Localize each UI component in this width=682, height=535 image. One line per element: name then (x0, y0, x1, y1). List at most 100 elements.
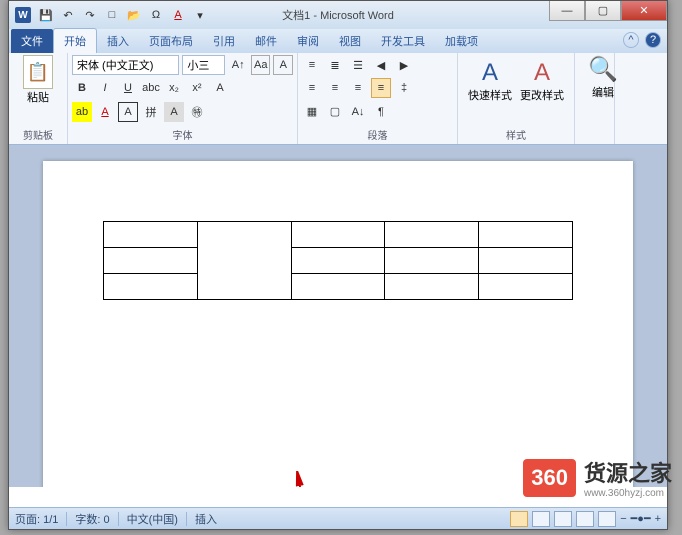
titlebar: W 💾 ↶ ↷ □ 📂 Ω A ▾ 文档1 - Microsoft Word —… (9, 1, 667, 29)
group-font: 宋体 (中文正文) 小三 A↑ Aa A B I U abc x₂ x² A a… (68, 53, 298, 144)
undo-icon[interactable]: ↶ (59, 6, 77, 24)
zoom-in-button[interactable]: + (655, 513, 661, 525)
fullscreen-view-button[interactable] (532, 511, 550, 527)
grow-font-button[interactable]: A↑ (228, 55, 247, 75)
draft-view-button[interactable] (598, 511, 616, 527)
italic-button[interactable]: I (95, 78, 115, 98)
font-name-combo[interactable]: 宋体 (中文正文) (72, 55, 179, 75)
redo-icon[interactable]: ↷ (81, 6, 99, 24)
group-clipboard: 📋 粘贴 剪贴板 (9, 53, 68, 144)
group-editing: 🔍 编辑 (575, 53, 615, 144)
print-layout-view-button[interactable] (510, 511, 528, 527)
group-paragraph: ≡ ≣ ☰ ◀ ▶ ≡ ≡ ≡ ≡ ‡ ▦ ▢ A↓ ¶ 段落 (298, 53, 458, 144)
multilevel-button[interactable]: ☰ (348, 55, 368, 75)
document-table[interactable] (103, 221, 573, 300)
show-marks-button[interactable]: ¶ (371, 102, 391, 122)
word-count[interactable]: 字数: 0 (75, 511, 109, 527)
save-icon[interactable]: 💾 (37, 6, 55, 24)
maximize-button[interactable]: ▢ (585, 1, 621, 21)
close-button[interactable]: ✕ (621, 1, 667, 21)
annotation-arrow-icon (293, 471, 333, 487)
zoom-slider[interactable]: ━●━ (631, 512, 651, 525)
help-icon[interactable]: ? (645, 32, 661, 48)
web-layout-view-button[interactable] (554, 511, 572, 527)
change-styles-icon: A (534, 59, 550, 87)
open-icon[interactable]: 📂 (125, 6, 143, 24)
language-indicator[interactable]: 中文(中国) (127, 511, 178, 527)
justify-button[interactable]: ≡ (371, 78, 391, 98)
quick-access-toolbar: 💾 ↶ ↷ □ 📂 Ω A ▾ (37, 6, 209, 24)
tab-mailings[interactable]: 邮件 (245, 29, 287, 53)
quick-styles-button[interactable]: A 快速样式 (466, 59, 514, 103)
page-indicator[interactable]: 页面: 1/1 (15, 511, 58, 527)
paste-button[interactable]: 📋 粘贴 (13, 55, 63, 105)
font-color-icon[interactable]: A (169, 6, 187, 24)
align-right-button[interactable]: ≡ (348, 78, 368, 98)
status-bar: 页面: 1/1 字数: 0 中文(中国) 插入 − ━●━ + (9, 507, 667, 529)
highlight-button[interactable]: ab (72, 102, 92, 122)
minimize-button[interactable]: — (549, 1, 585, 21)
char-border-button[interactable]: A (118, 102, 138, 122)
tab-home[interactable]: 开始 (53, 28, 97, 53)
paragraph-group-label: 段落 (302, 125, 453, 144)
ribbon: 📋 粘贴 剪贴板 宋体 (中文正文) 小三 A↑ Aa A B I U abc … (9, 53, 667, 145)
font-group-label: 字体 (72, 125, 293, 144)
line-spacing-button[interactable]: ‡ (394, 78, 414, 98)
editing-group-label (579, 140, 610, 144)
font-color-button[interactable]: A (95, 102, 115, 122)
clipboard-group-label: 剪贴板 (13, 125, 63, 144)
tab-layout[interactable]: 页面布局 (139, 29, 203, 53)
outline-view-button[interactable] (576, 511, 594, 527)
symbol-icon[interactable]: Ω (147, 6, 165, 24)
text-effects-button[interactable]: A (210, 78, 230, 98)
page[interactable] (43, 161, 633, 487)
find-button[interactable]: 🔍 编辑 (579, 55, 627, 100)
edit-label: 编辑 (592, 84, 614, 100)
strike-button[interactable]: abc (141, 78, 161, 98)
sort-button[interactable]: A↓ (348, 102, 368, 122)
find-icon: 🔍 (588, 55, 618, 84)
tab-insert[interactable]: 插入 (97, 29, 139, 53)
shading-button[interactable]: ▦ (302, 102, 322, 122)
tab-references[interactable]: 引用 (203, 29, 245, 53)
quick-styles-label: 快速样式 (468, 87, 512, 103)
word-window: W 💾 ↶ ↷ □ 📂 Ω A ▾ 文档1 - Microsoft Word —… (8, 0, 668, 530)
numbering-button[interactable]: ≣ (325, 55, 345, 75)
styles-group-label: 样式 (462, 125, 570, 144)
insert-mode[interactable]: 插入 (195, 511, 217, 527)
minimize-ribbon-icon[interactable]: ^ (623, 32, 639, 48)
tab-file[interactable]: 文件 (11, 29, 53, 53)
bold-button[interactable]: B (72, 78, 92, 98)
quick-styles-icon: A (482, 59, 498, 87)
word-icon: W (15, 7, 31, 23)
superscript-button[interactable]: x² (187, 78, 207, 98)
font-size-combo[interactable]: 小三 (182, 55, 225, 75)
table-row[interactable] (104, 248, 573, 274)
char-shading-button[interactable]: A (164, 102, 184, 122)
table-row[interactable] (104, 274, 573, 300)
ribbon-tabs: 文件 开始 插入 页面布局 引用 邮件 审阅 视图 开发工具 加载项 ^ ? (9, 29, 667, 53)
align-center-button[interactable]: ≡ (325, 78, 345, 98)
new-doc-icon[interactable]: □ (103, 6, 121, 24)
tab-addins[interactable]: 加载项 (435, 29, 488, 53)
borders-button[interactable]: ▢ (325, 102, 345, 122)
change-styles-button[interactable]: A 更改样式 (518, 59, 566, 103)
clear-format-button[interactable]: A (273, 55, 293, 75)
phonetic-button[interactable]: 拼 (141, 102, 161, 122)
tab-view[interactable]: 视图 (329, 29, 371, 53)
subscript-button[interactable]: x₂ (164, 78, 184, 98)
document-area[interactable] (9, 145, 667, 487)
enclose-char-button[interactable]: ㊕ (187, 102, 207, 122)
increase-indent-button[interactable]: ▶ (394, 55, 414, 75)
table-row[interactable] (104, 222, 573, 248)
underline-button[interactable]: U (118, 78, 138, 98)
decrease-indent-button[interactable]: ◀ (371, 55, 391, 75)
tab-developer[interactable]: 开发工具 (371, 29, 435, 53)
bullets-button[interactable]: ≡ (302, 55, 322, 75)
zoom-out-button[interactable]: − (620, 513, 626, 525)
tab-review[interactable]: 审阅 (287, 29, 329, 53)
qat-dropdown-icon[interactable]: ▾ (191, 6, 209, 24)
align-left-button[interactable]: ≡ (302, 78, 322, 98)
change-case-button[interactable]: Aa (251, 55, 271, 75)
watermark: 360 货源之家 www.360hyzj.com (523, 456, 672, 499)
